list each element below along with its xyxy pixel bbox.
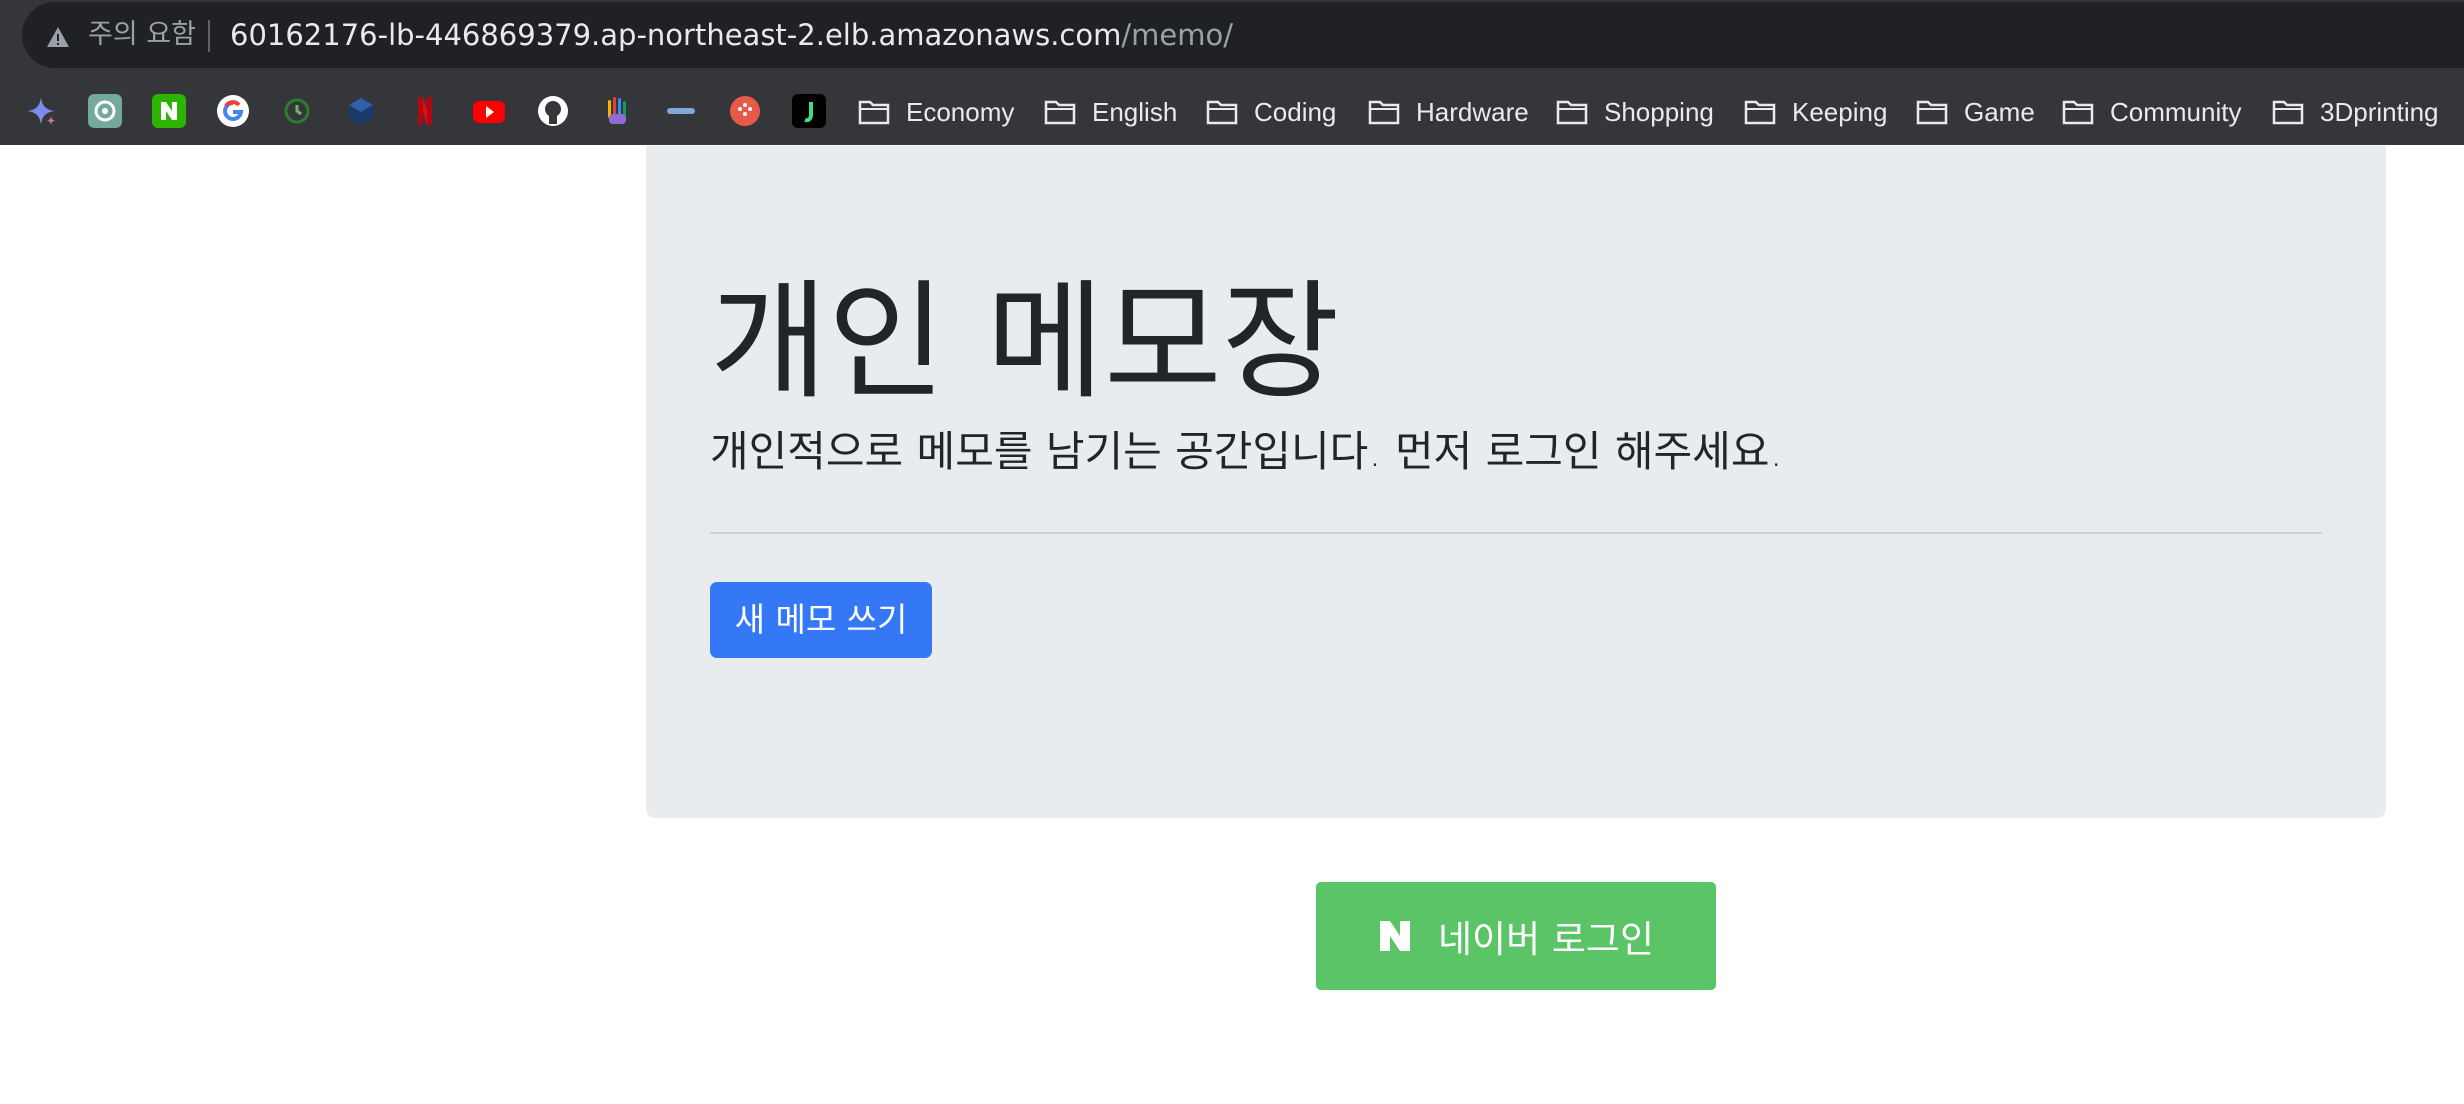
bookmark-folder-label: 3Dprinting bbox=[2320, 96, 2439, 127]
lead-text: 개인적으로 메모를 남기는 공간입니다. 먼저 로그인 해주세요. bbox=[710, 427, 1783, 476]
folder-icon bbox=[858, 100, 890, 125]
cube-icon[interactable] bbox=[344, 94, 378, 128]
bookmark-folder-label: Community bbox=[2110, 96, 2242, 127]
bookmark-folder-coding[interactable]: Coding bbox=[1206, 92, 1336, 132]
google-icon[interactable] bbox=[216, 94, 250, 128]
folder-icon bbox=[1556, 100, 1588, 125]
naver-icon[interactable] bbox=[152, 94, 186, 128]
bookmark-folder-label: English bbox=[1092, 96, 1178, 127]
bookmark-folder-label: Shopping bbox=[1604, 96, 1714, 127]
bookmark-folder-economy[interactable]: Economy bbox=[858, 92, 1014, 132]
bookmark-folder-label: Hardware bbox=[1416, 96, 1529, 127]
bookmark-folder-game[interactable]: Game bbox=[1916, 92, 2035, 132]
bookmark-folder-english[interactable]: English bbox=[1044, 92, 1177, 132]
bookmark-folder-label: Game bbox=[1964, 96, 2035, 127]
mylemon-icon[interactable] bbox=[664, 94, 698, 128]
naver-logo-icon bbox=[1379, 921, 1410, 951]
address-bar[interactable]: 주의 요함 60162176-lb-446869379.ap-northeast… bbox=[22, 2, 2464, 68]
folder-icon bbox=[1206, 100, 1238, 125]
hand-icon[interactable] bbox=[600, 94, 634, 128]
folder-icon bbox=[1044, 100, 1076, 125]
url-text[interactable]: 60162176-lb-446869379.ap-northeast-2.elb… bbox=[230, 18, 1233, 52]
bookmark-folder-label: Keeping bbox=[1792, 96, 1888, 127]
url-host: 60162176-lb-446869379.ap-northeast-2.elb… bbox=[230, 18, 1122, 52]
page-title: 개인 메모장 bbox=[710, 268, 1340, 417]
folder-icon bbox=[1744, 100, 1776, 125]
netflix-icon[interactable] bbox=[408, 94, 442, 128]
bookmark-folder-shopping[interactable]: Shopping bbox=[1556, 92, 1714, 132]
browser-chrome: 주의 요함 60162176-lb-446869379.ap-northeast… bbox=[0, 0, 2464, 145]
folder-icon bbox=[1368, 100, 1400, 125]
chatgpt-icon[interactable] bbox=[88, 94, 122, 128]
bookmark-folder-label: Economy bbox=[906, 96, 1015, 127]
bookmark-folder-label: Coding bbox=[1254, 96, 1337, 127]
github-icon[interactable] bbox=[536, 94, 570, 128]
youtube-icon[interactable] bbox=[472, 94, 506, 128]
naver-login-label: 네이버 로그인 bbox=[1437, 918, 1654, 961]
divider bbox=[710, 532, 2322, 534]
folder-icon bbox=[2062, 100, 2094, 125]
new-memo-button[interactable]: 새 메모 쓰기 bbox=[710, 582, 932, 658]
naver-login-button[interactable]: 네이버 로그인 bbox=[1316, 882, 1716, 990]
gemini-icon[interactable] bbox=[24, 94, 58, 128]
clockify-icon[interactable] bbox=[280, 94, 314, 128]
folder-icon bbox=[2272, 100, 2304, 125]
address-separator bbox=[208, 20, 210, 52]
jumbotron: 개인 메모장 개인적으로 메모를 남기는 공간입니다. 먼저 로그인 해주세요.… bbox=[646, 146, 2386, 818]
jetbrains-icon[interactable] bbox=[792, 94, 826, 128]
bookmark-folder-hardware[interactable]: Hardware bbox=[1368, 92, 1529, 132]
bookmark-folder-3dprinting[interactable]: 3Dprinting bbox=[2272, 92, 2439, 132]
bookmark-folder-community[interactable]: Community bbox=[2062, 92, 2241, 132]
security-warning-label[interactable]: 주의 요함 bbox=[88, 18, 196, 52]
red-circle-icon[interactable] bbox=[728, 94, 762, 128]
bookmark-folder-keeping[interactable]: Keeping bbox=[1744, 92, 1887, 132]
url-path: /memo/ bbox=[1121, 18, 1233, 52]
warning-icon[interactable] bbox=[46, 26, 70, 48]
folder-icon bbox=[1916, 100, 1948, 125]
